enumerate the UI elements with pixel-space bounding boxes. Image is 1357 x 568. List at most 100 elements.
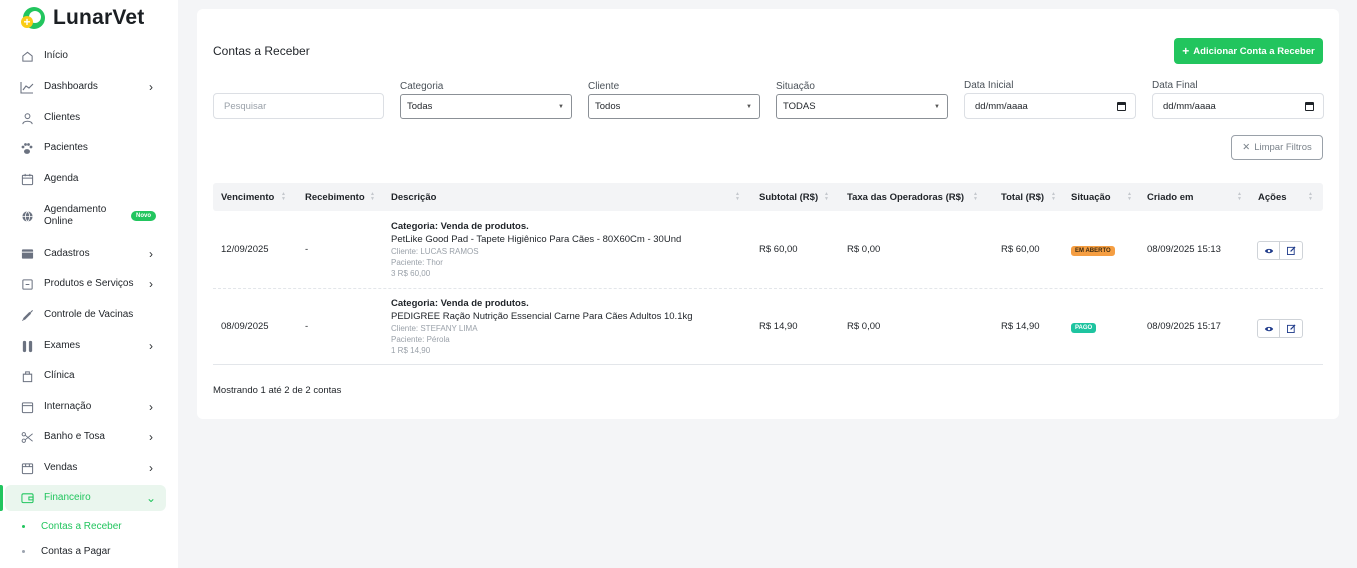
edit-button[interactable] bbox=[1280, 241, 1303, 260]
sidebar-item-agenda[interactable]: Agenda bbox=[5, 166, 166, 192]
sort-icon[interactable]: ▲ ▼ bbox=[281, 192, 286, 202]
data-final-label: Data Final bbox=[1152, 80, 1198, 91]
sort-icon[interactable]: ▲ ▼ bbox=[370, 192, 375, 202]
categoria-text: Categoria: Venda de produtos. bbox=[391, 298, 529, 309]
calendar-icon[interactable] bbox=[1305, 102, 1314, 111]
total-cell: R$ 60,00 bbox=[1001, 244, 1040, 255]
sidebar-item-controle-vacinas[interactable]: Controle de Vacinas bbox=[5, 302, 166, 328]
chevron-right-icon: › bbox=[149, 430, 153, 444]
sidebar-item-clientes[interactable]: Clientes bbox=[5, 105, 166, 131]
sidebar-subitem-contas-receber[interactable]: Contas a Receber bbox=[22, 521, 122, 532]
vencimento-cell: 12/09/2025 bbox=[221, 244, 269, 255]
quantidade-text: 3 R$ 60,00 bbox=[391, 269, 431, 278]
criado-cell: 08/09/2025 15:17 bbox=[1147, 321, 1221, 332]
sidebar-item-inicio[interactable]: Início bbox=[5, 43, 166, 69]
calendar-icon bbox=[20, 172, 34, 186]
subtotal-cell: R$ 14,90 bbox=[759, 321, 798, 332]
categoria-text: Categoria: Venda de produtos. bbox=[391, 221, 529, 232]
col-vencimento[interactable]: Vencimento bbox=[221, 183, 274, 211]
sidebar-item-exames[interactable]: Exames › bbox=[5, 333, 166, 359]
sidebar-item-agendamento-online[interactable]: Agendamento Online Novo bbox=[5, 201, 166, 231]
recebimento-cell: - bbox=[305, 321, 309, 332]
sidebar-item-financeiro[interactable]: Financeiro ⌄ bbox=[5, 485, 166, 511]
cliente-label: Cliente bbox=[588, 81, 620, 92]
view-button[interactable] bbox=[1257, 241, 1280, 260]
app-logo[interactable]: LunarVet bbox=[21, 5, 145, 31]
sort-icon[interactable]: ▲ ▼ bbox=[973, 192, 978, 202]
status-badge: PAGO bbox=[1071, 323, 1097, 333]
main-card: Contas a Receber + Adicionar Conta a Rec… bbox=[197, 9, 1339, 419]
view-button[interactable] bbox=[1257, 319, 1280, 338]
eye-icon bbox=[1264, 248, 1273, 253]
sort-icon[interactable]: ▲ ▼ bbox=[1308, 192, 1313, 202]
sidebar-item-clinica[interactable]: Clínica bbox=[5, 363, 166, 389]
sort-icon[interactable]: ▲ ▼ bbox=[735, 192, 740, 202]
edit-button[interactable] bbox=[1280, 319, 1303, 338]
data-final-input[interactable]: dd/mm/aaaa bbox=[1152, 93, 1324, 119]
sidebar-item-dashboards[interactable]: Dashboards › bbox=[5, 74, 166, 100]
box-icon bbox=[20, 247, 34, 261]
col-situacao[interactable]: Situação bbox=[1071, 183, 1111, 211]
cliente-text: Cliente: STEFANY LIMA bbox=[391, 324, 478, 333]
app-name: LunarVet bbox=[53, 6, 145, 29]
plus-icon: + bbox=[1182, 44, 1190, 58]
hospital-icon bbox=[20, 400, 34, 414]
sidebar-item-produtos-servicos[interactable]: Produtos e Serviços › bbox=[5, 271, 166, 297]
categoria-select[interactable]: Todas ▼ bbox=[400, 94, 572, 119]
chart-line-icon bbox=[20, 80, 34, 94]
sidebar-item-internacao[interactable]: Internação › bbox=[5, 394, 166, 420]
chevron-right-icon: › bbox=[149, 461, 153, 475]
cart-icon bbox=[20, 461, 34, 475]
vencimento-cell: 08/09/2025 bbox=[221, 321, 269, 332]
data-inicial-label: Data Inicial bbox=[964, 80, 1014, 91]
sort-icon[interactable]: ▲ ▼ bbox=[1127, 192, 1132, 202]
test-tube-icon bbox=[20, 339, 34, 353]
recebimento-cell: - bbox=[305, 244, 309, 255]
paw-icon bbox=[20, 141, 34, 155]
sidebar-item-pacientes[interactable]: Pacientes bbox=[5, 135, 166, 161]
sort-icon[interactable]: ▲ ▼ bbox=[824, 192, 829, 202]
sidebar: LunarVet Início Dashboards › Clientes Pa… bbox=[0, 0, 178, 568]
col-descricao[interactable]: Descrição bbox=[391, 183, 436, 211]
situacao-select[interactable]: TODAS ▼ bbox=[776, 94, 948, 119]
subtotal-cell: R$ 60,00 bbox=[759, 244, 798, 255]
logo-icon bbox=[21, 7, 45, 29]
col-criado[interactable]: Criado em bbox=[1147, 183, 1193, 211]
sidebar-item-vendas[interactable]: Vendas › bbox=[5, 455, 166, 481]
descricao-cell: Categoria: Venda de produtos. PEDIGREE R… bbox=[391, 298, 741, 356]
bullet-icon bbox=[22, 550, 25, 553]
taxa-cell: R$ 0,00 bbox=[847, 244, 881, 255]
chevron-down-icon: ⌄ bbox=[145, 491, 157, 505]
chevron-right-icon: › bbox=[149, 339, 153, 353]
cliente-text: Cliente: LUCAS RAMOS bbox=[391, 247, 479, 256]
sidebar-item-banho-tosa[interactable]: Banho e Tosa › bbox=[5, 424, 166, 450]
calendar-icon[interactable] bbox=[1117, 102, 1126, 111]
data-inicial-input[interactable]: dd/mm/aaaa bbox=[964, 93, 1136, 119]
col-recebimento[interactable]: Recebimento bbox=[305, 183, 365, 211]
chevron-right-icon: › bbox=[149, 247, 153, 261]
paciente-text: Paciente: Pérola bbox=[391, 335, 450, 344]
eye-icon bbox=[1264, 326, 1273, 331]
sort-icon[interactable]: ▲ ▼ bbox=[1237, 192, 1242, 202]
user-icon bbox=[20, 111, 34, 125]
chevron-right-icon: › bbox=[149, 277, 153, 291]
bullet-icon bbox=[22, 525, 25, 528]
search-input[interactable] bbox=[213, 93, 384, 119]
col-total[interactable]: Total (R$) bbox=[1001, 183, 1044, 211]
cliente-select[interactable]: Todos ▼ bbox=[588, 94, 760, 119]
wallet-icon bbox=[20, 491, 34, 505]
clinic-icon bbox=[20, 369, 34, 383]
clear-filters-button[interactable]: ✕ Limpar Filtros bbox=[1231, 135, 1323, 160]
add-account-button[interactable]: + Adicionar Conta a Receber bbox=[1174, 38, 1323, 64]
sort-icon[interactable]: ▲ ▼ bbox=[1051, 192, 1056, 202]
sidebar-item-cadastros[interactable]: Cadastros › bbox=[5, 241, 166, 267]
situacao-label: Situação bbox=[776, 81, 815, 92]
col-acoes: Ações bbox=[1258, 191, 1287, 203]
pagination-info: Mostrando 1 até 2 de 2 contas bbox=[213, 385, 342, 396]
col-taxa[interactable]: Taxa das Operadoras (R$) bbox=[847, 183, 964, 211]
table-row: 12/09/2025 - Categoria: Venda de produto… bbox=[213, 211, 1323, 289]
categoria-label: Categoria bbox=[400, 81, 444, 92]
col-subtotal[interactable]: Subtotal (R$) bbox=[759, 183, 818, 211]
sidebar-subitem-contas-pagar[interactable]: Contas a Pagar bbox=[22, 546, 111, 557]
chevron-right-icon: › bbox=[149, 400, 153, 414]
